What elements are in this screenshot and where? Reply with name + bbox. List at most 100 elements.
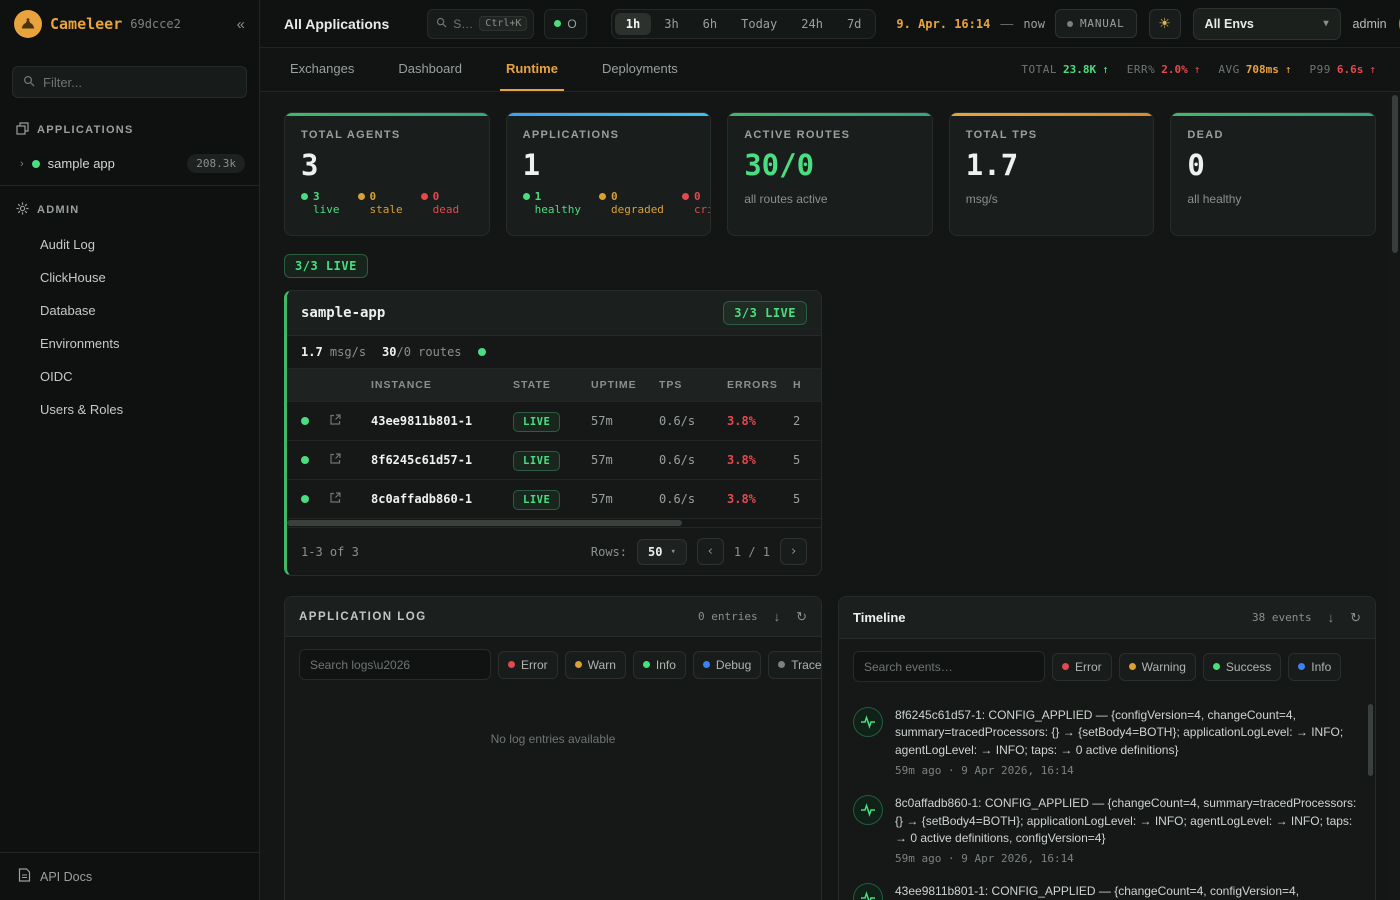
status-dot-amber [599,193,606,200]
refresh-icon[interactable]: ↻ [1350,611,1361,624]
instance-status-dot [301,417,309,425]
page-scrollbar[interactable] [1390,93,1400,900]
environment-select-value: All Envs [1205,17,1254,31]
log-toolbar: Error Warn Info Debug Trace [285,637,821,692]
status-dot-red [421,193,428,200]
prev-page-button[interactable]: ‹ [697,538,724,565]
event-time: 59m ago · 9 Apr 2026, 16:14 [895,764,1359,777]
expand-chevron-icon[interactable]: › [20,158,24,170]
filter-chip-info[interactable]: Info [1288,653,1341,681]
online-status-dot [554,20,561,27]
filter-chip-debug[interactable]: Debug [693,651,761,679]
sidebar-item-sample-app[interactable]: › sample app 208.3k [0,148,259,185]
manual-refresh-button[interactable]: MANUAL [1055,9,1137,38]
external-link-icon[interactable] [329,493,342,507]
document-icon [18,868,31,885]
card-title: TOTAL AGENTS [301,129,473,141]
rows-per-page-select[interactable]: 50 ▾ [637,539,687,565]
global-search-input[interactable]: S… Ctrl+K [427,9,534,39]
online-indicator-button[interactable]: O [544,9,586,39]
sidebar-item-database[interactable]: Database [0,294,259,327]
tab-deployments[interactable]: Deployments [596,48,684,91]
error-dot [508,661,515,668]
event-text: 43ee9811b801-1: CONFIG_APPLIED — {change… [895,883,1299,900]
sidebar-item-environments[interactable]: Environments [0,327,259,360]
sidebar-item-oidc[interactable]: OIDC [0,360,259,393]
range-button-1h[interactable]: 1h [615,13,651,35]
sidebar-item-users-roles[interactable]: Users & Roles [0,393,259,426]
filter-chip-error[interactable]: Error [1052,653,1112,681]
chip-label: Debug [716,658,751,672]
download-icon[interactable]: ↓ [774,610,781,623]
timeline-scrollbar-thumb[interactable] [1368,704,1373,776]
heap-cell: 5 [787,480,821,519]
card-sub-stats: 3live 0stale 0dead [301,190,473,217]
timeline-search-input[interactable] [853,651,1045,682]
range-button-24h[interactable]: 24h [790,13,834,35]
sun-icon: ☀ [1158,15,1171,32]
theme-toggle-button[interactable]: ☀ [1149,9,1181,39]
sub-stat-degraded: 0degraded [599,190,664,217]
sub-stat-healthy: 1healthy [523,190,581,217]
table-row[interactable]: 8c0affadb860-1 LIVE 57m 0.6/s 3.8% 5 [287,480,821,519]
time-range-start[interactable]: 9. Apr. 16:14 [896,17,990,31]
range-button-7d[interactable]: 7d [836,13,872,35]
range-button-3h[interactable]: 3h [653,13,689,35]
filter-chip-warning[interactable]: Warning [1119,653,1196,681]
topbar-right-group: MANUAL ☀ All Envs ▾ admin AD [1055,8,1400,40]
sub-value: 0 [370,190,377,203]
sidebar-filter[interactable] [12,66,247,98]
horizontal-scrollbar-thumb[interactable] [287,520,682,526]
card-value: 0 [1187,148,1359,182]
sidebar-item-audit-log[interactable]: Audit Log [0,228,259,261]
page-scrollbar-thumb[interactable] [1392,95,1398,253]
table-row[interactable]: 8f6245c61d57-1 LIVE 57m 0.6/s 3.8% 5 [287,441,821,480]
log-search-input[interactable] [299,649,491,680]
card-active-routes: ACTIVE ROUTES 30/0 all routes active [727,112,933,236]
uptime-cell: 57m [585,402,653,441]
range-button-6h[interactable]: 6h [692,13,728,35]
external-link-icon[interactable] [329,415,342,429]
filter-chip-warn[interactable]: Warn [565,651,626,679]
time-range-end[interactable]: now [1023,17,1045,31]
timeline-event[interactable]: 43ee9811b801-1: CONFIG_APPLIED — {change… [853,874,1359,900]
download-icon[interactable]: ↓ [1328,611,1335,624]
connection-status-dot [478,348,486,356]
bottom-panels: APPLICATION LOG 0 entries ↓ ↻ Error Warn… [284,596,1376,900]
stat-avg-label: AVG [1218,63,1239,76]
environment-select[interactable]: All Envs ▾ [1193,8,1341,40]
log-panel-title: APPLICATION LOG [299,611,427,623]
sidebar-filter-input[interactable] [43,75,236,90]
tps-unit: msg/s [330,345,366,359]
chip-label: Info [1311,660,1331,674]
stat-err: ERR% 2.0% ↑ [1127,63,1201,76]
timeline-event[interactable]: 8c0affadb860-1: CONFIG_APPLIED — {change… [853,786,1359,874]
filter-chip-info[interactable]: Info [633,651,686,679]
filter-chip-success[interactable]: Success [1203,653,1281,681]
tab-exchanges[interactable]: Exchanges [284,48,360,91]
log-entries-count: 0 entries [698,610,758,623]
external-link-icon[interactable] [329,454,342,468]
card-title: APPLICATIONS [523,129,695,141]
refresh-icon[interactable]: ↻ [796,610,807,623]
sidebar-item-clickhouse[interactable]: ClickHouse [0,261,259,294]
errors-cell: 3.8% [721,441,787,480]
range-button-today[interactable]: Today [730,13,788,35]
app-panel-substats: 1.7 msg/s 30/0 routes [287,336,821,369]
chevron-down-icon: ▾ [1324,18,1329,29]
heap-cell: 5 [787,441,821,480]
event-time: 59m ago · 9 Apr 2026, 16:14 [895,852,1359,865]
trend-up-icon: ↑ [1285,63,1292,76]
filter-chip-trace[interactable]: Trace [768,651,822,679]
filter-chip-error[interactable]: Error [498,651,558,679]
horizontal-scrollbar[interactable] [287,518,821,527]
chip-label: Warn [588,658,616,672]
timeline-event[interactable]: 8f6245c61d57-1: CONFIG_APPLIED — {config… [853,698,1359,786]
tab-dashboard[interactable]: Dashboard [392,48,468,91]
api-docs-link[interactable]: API Docs [0,852,259,900]
tab-runtime[interactable]: Runtime [500,48,564,91]
table-row[interactable]: 43ee9811b801-1 LIVE 57m 0.6/s 3.8% 2 [287,402,821,441]
sidebar-collapse-icon[interactable]: « [237,16,245,33]
tps-value: 1.7 [301,345,323,359]
next-page-button[interactable]: › [780,538,807,565]
